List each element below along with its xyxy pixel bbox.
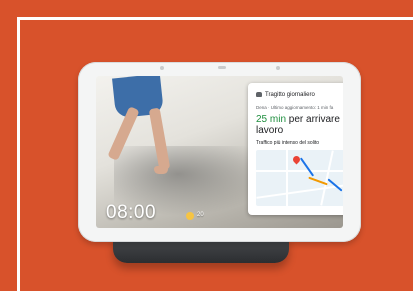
- commute-minutes: 25 min: [256, 114, 287, 125]
- map-road: [256, 183, 343, 199]
- car-icon: [256, 92, 262, 97]
- map-road: [320, 150, 334, 206]
- sensor-dot: [276, 66, 280, 70]
- photo-person-foot: [154, 166, 168, 174]
- commute-eta: 25 min per arrivare a lavoro: [256, 114, 343, 136]
- route-segment-fast: [299, 157, 315, 177]
- card-title: Tragitto giornaliero: [265, 92, 315, 99]
- destination-pin-icon: [291, 154, 302, 165]
- card-subtitle: Dena · Ultimo aggiornamento: 1 min fa: [256, 105, 334, 110]
- temperature: 20: [197, 212, 204, 218]
- display-screen[interactable]: 08:00 20 Tragitto giornaliero Dena · Ult…: [96, 76, 343, 228]
- map-road: [286, 150, 288, 206]
- card-header: Tragitto giornaliero: [256, 92, 315, 98]
- clock-time: 08:00: [106, 202, 157, 223]
- sensor-dot: [160, 66, 164, 70]
- traffic-note: Traffico più intenso del solito: [256, 140, 320, 146]
- smart-display-device: 08:00 20 Tragitto giornaliero Dena · Ult…: [78, 62, 361, 242]
- commute-card[interactable]: Tragitto giornaliero Dena · Ultimo aggio…: [248, 83, 343, 215]
- map-road: [256, 170, 343, 172]
- route-map[interactable]: [256, 150, 343, 206]
- camera-slot: [218, 66, 226, 69]
- sun-icon: [186, 212, 194, 220]
